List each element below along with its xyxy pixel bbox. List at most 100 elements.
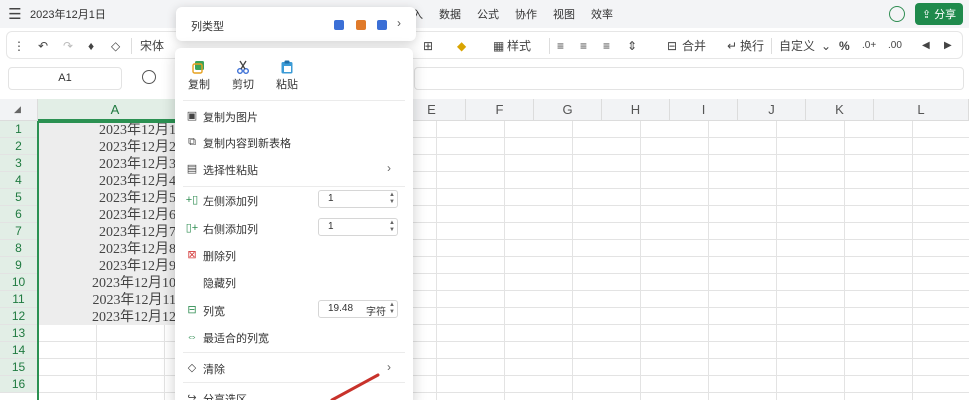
row-header[interactable]: 1 [0,121,38,138]
fill-color-icon[interactable]: ◆ [457,37,466,55]
format-painter-icon[interactable]: ♦ [88,37,94,55]
row-header[interactable]: 15 [0,359,38,376]
vertical-align-icon[interactable]: ⇕ [627,37,637,55]
menu-item-insert-right[interactable]: ▯+ 右侧添加列 1 ▲ ▼ [175,215,413,241]
column-header-k[interactable]: K [806,99,874,121]
undo-icon[interactable]: ↶ [38,37,48,55]
row-header[interactable]: 2 [0,138,38,155]
row-header[interactable]: 8 [0,240,38,257]
redo-icon[interactable]: ↷ [63,37,73,55]
menu-divider [183,352,405,353]
paste-label: 粘贴 [276,79,298,91]
percent-icon[interactable]: % [839,37,850,55]
column-header-j[interactable]: J [738,99,806,121]
row-header[interactable]: 6 [0,206,38,223]
stepper-arrows-icon[interactable]: ▲ ▼ [389,302,395,316]
stepper-arrows-icon[interactable]: ▲ ▼ [389,220,395,234]
menu-item-insert-left[interactable]: +▯ 左侧添加列 1 ▲ ▼ [175,187,413,213]
column-header-g[interactable]: G [534,99,602,121]
menu-item-copy-as-image[interactable]: ▣ 复制为图片 [175,103,413,129]
chevron-right-icon: › [387,161,391,175]
row-header[interactable]: 12 [0,308,38,325]
align-center-icon[interactable]: ≡ [580,37,587,55]
menu-item-copy-to-new-sheet[interactable]: ⧉ 复制内容到新表格 [175,129,413,155]
copy-new-icon: ⧉ [188,136,196,148]
insert-right-count-stepper[interactable]: 1 ▲ ▼ [318,218,398,236]
row-header[interactable]: 3 [0,155,38,172]
row-header[interactable]: 11 [0,291,38,308]
column-width-stepper[interactable]: 19.48 字符 ▲ ▼ [318,300,398,318]
chevron-down-icon[interactable]: ⌄ [821,37,831,55]
style-button[interactable]: 样式 [507,37,531,55]
search-icon[interactable] [142,70,156,84]
cloud-sync-icon[interactable] [889,6,905,22]
row-header[interactable]: 10 [0,274,38,291]
row-header[interactable]: 5 [0,189,38,206]
menu-item-label: 清除 [203,364,225,376]
scroll-right-icon[interactable]: ▶ [944,37,952,55]
wrap-button[interactable]: 换行 [740,37,764,55]
number-format-select[interactable]: 自定义 [779,37,815,55]
menu-item-label: 隐藏列 [203,278,236,290]
menu-data[interactable]: 数据 [439,6,461,22]
column-type-label[interactable]: 列类型 [191,18,224,34]
formula-input[interactable] [414,67,964,90]
formatting-toolbar: ⋮ ↶ ↷ ♦ ◇ 宋体 ⊞ ◆ ▦ 样式 ≡ ≡ ≡ ⇕ ⊟ 合并 ↵ 换行 … [6,31,963,59]
copy-button[interactable]: 复制 [179,60,219,92]
menu-item-label: 复制为图片 [203,112,258,124]
insert-left-count-stepper[interactable]: 1 ▲ ▼ [318,190,398,208]
menu-view[interactable]: 视图 [553,6,575,22]
share-button[interactable]: ⇪ 分享 [915,3,963,25]
chevron-right-icon[interactable]: › [397,16,401,30]
select-all-corner[interactable]: ◢ [0,99,38,121]
eraser-icon[interactable]: ◇ [111,37,120,55]
stepper-value: 1 [328,221,334,232]
corner-triangle-icon: ◢ [14,104,21,114]
eraser-icon: ◇ [187,362,197,374]
checkbox-type-icon[interactable] [377,20,387,30]
align-left-icon[interactable]: ≡ [557,37,564,55]
menu-collab[interactable]: 协作 [515,6,537,22]
align-right-icon[interactable]: ≡ [603,37,610,55]
stepper-arrows-icon[interactable]: ▲ ▼ [389,192,395,206]
cut-label: 剪切 [232,79,254,91]
hamburger-menu-icon[interactable]: ☰ [0,5,30,23]
font-name-select[interactable]: 宋体 [140,37,164,55]
row-header[interactable]: 14 [0,342,38,359]
merge-icon[interactable]: ⊟ [667,37,677,55]
menu-item-delete-column[interactable]: ⊠ 删除列 [175,242,413,268]
menu-item-paste-special[interactable]: ▤ 选择性粘贴 › [175,156,413,182]
row-header[interactable]: 7 [0,223,38,240]
cut-button[interactable]: 剪切 [223,60,263,92]
decimal-decrease-icon[interactable]: .00 [888,37,902,55]
wrap-icon[interactable]: ↵ [727,37,737,55]
decimal-increase-icon[interactable]: .0+ [862,37,876,55]
row-header[interactable]: 9 [0,257,38,274]
paste-button[interactable]: 粘贴 [267,60,307,92]
column-header-h[interactable]: H [602,99,670,121]
menu-item-hide-column[interactable]: 隐藏列 [175,269,413,295]
row-header[interactable]: 4 [0,172,38,189]
toolbar-more-icon[interactable]: ⋮ [13,37,25,55]
column-header-l[interactable]: L [874,99,969,121]
menu-item-label: 分享选区 [203,394,247,400]
menu-item-label: 最适合的列宽 [203,333,269,345]
column-header-a[interactable]: A [38,99,193,121]
menu-formula[interactable]: 公式 [477,6,499,22]
menu-item-best-fit-width[interactable]: ⇔ 最适合的列宽 [175,324,413,350]
scroll-left-icon[interactable]: ◀ [922,37,930,55]
borders-icon[interactable]: ⊞ [423,37,433,55]
row-header[interactable]: 16 [0,376,38,393]
dropdown-type-icon[interactable] [334,20,344,30]
menu-item-label: 选择性粘贴 [203,165,258,177]
menu-efficiency[interactable]: 效率 [591,6,613,22]
toolbar-divider [771,38,772,54]
merge-button[interactable]: 合并 [682,37,706,55]
column-header-i[interactable]: I [670,99,738,121]
row-header[interactable]: 13 [0,325,38,342]
style-icon[interactable]: ▦ [493,37,504,55]
name-box[interactable]: A1 [8,67,122,90]
column-header-f[interactable]: F [466,99,534,121]
menu-item-column-width[interactable]: ⊟ 列宽 19.48 字符 ▲ ▼ [175,297,413,323]
date-type-icon[interactable] [356,20,366,30]
